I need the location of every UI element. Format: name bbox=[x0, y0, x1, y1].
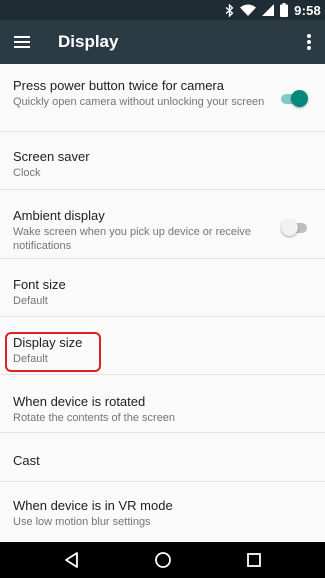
wifi-icon bbox=[240, 4, 257, 16]
back-icon bbox=[65, 552, 78, 568]
navigation-bar bbox=[0, 542, 325, 578]
setting-screen-saver[interactable]: Screen saver Clock bbox=[0, 132, 325, 190]
display-size-highlight bbox=[5, 332, 101, 372]
setting-title: When device is in VR mode bbox=[13, 498, 173, 513]
ambient-display-toggle[interactable] bbox=[281, 218, 309, 238]
setting-title: Cast bbox=[13, 453, 40, 468]
settings-list: Press power button twice for camera Quic… bbox=[0, 64, 325, 542]
toggle-thumb bbox=[281, 219, 298, 236]
setting-power-button-camera[interactable]: Press power button twice for camera Quic… bbox=[0, 64, 325, 132]
battery-icon bbox=[280, 3, 289, 17]
setting-summary: Use low motion blur settings bbox=[13, 516, 151, 528]
setting-summary: Rotate the contents of the screen bbox=[13, 412, 176, 424]
home-icon bbox=[155, 552, 171, 568]
setting-device-rotated[interactable]: When device is rotated Rotate the conten… bbox=[0, 375, 325, 433]
power-button-camera-toggle[interactable] bbox=[281, 89, 309, 109]
setting-vr-mode[interactable]: When device is in VR mode Use low motion… bbox=[0, 482, 325, 542]
setting-title: Press power button twice for camera bbox=[13, 78, 224, 93]
hamburger-menu-icon bbox=[14, 36, 30, 48]
bluetooth-icon bbox=[225, 3, 234, 17]
page-title: Display bbox=[58, 32, 119, 51]
recents-button[interactable] bbox=[244, 550, 264, 570]
setting-cast[interactable]: Cast bbox=[0, 433, 325, 482]
menu-button[interactable] bbox=[12, 31, 34, 53]
setting-title: Ambient display bbox=[13, 208, 105, 223]
home-button[interactable] bbox=[153, 550, 173, 570]
setting-title: When device is rotated bbox=[13, 394, 146, 409]
setting-summary: Default bbox=[13, 295, 48, 307]
setting-title: Screen saver bbox=[13, 149, 90, 164]
setting-title: Font size bbox=[13, 277, 66, 292]
recents-icon bbox=[247, 553, 261, 567]
toggle-thumb bbox=[291, 90, 308, 107]
status-bar: 9:58 bbox=[0, 0, 325, 20]
overflow-menu-button[interactable] bbox=[301, 31, 317, 53]
status-icons: 9:58 bbox=[225, 2, 321, 18]
cell-signal-icon bbox=[262, 4, 275, 16]
setting-summary: Clock bbox=[13, 167, 41, 179]
setting-ambient-display[interactable]: Ambient display Wake screen when you pic… bbox=[0, 190, 325, 259]
status-time: 9:58 bbox=[294, 2, 321, 18]
back-button[interactable] bbox=[62, 550, 82, 570]
setting-summary: Wake screen when you pick up device or r… bbox=[13, 226, 252, 252]
more-vert-icon bbox=[307, 34, 311, 50]
setting-summary: Quickly open camera without unlocking yo… bbox=[13, 96, 265, 108]
setting-font-size[interactable]: Font size Default bbox=[0, 259, 325, 317]
app-bar: Display bbox=[0, 20, 325, 64]
